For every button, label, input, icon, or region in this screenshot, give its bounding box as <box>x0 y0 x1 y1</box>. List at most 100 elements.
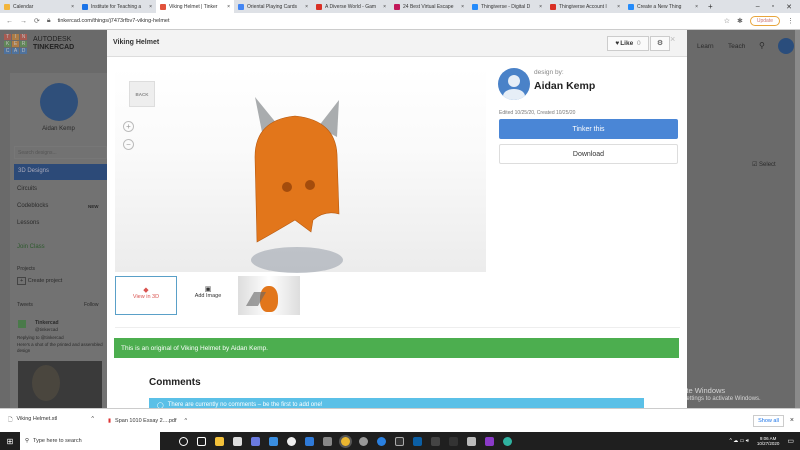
app-icon[interactable] <box>250 436 260 446</box>
star-icon[interactable]: ☆ <box>724 17 730 25</box>
app-icon[interactable] <box>376 436 386 446</box>
app-icon[interactable] <box>394 436 404 446</box>
browser-tab[interactable]: 24 Best Virtual Escape × <box>390 0 468 13</box>
menu-icon[interactable]: ⋮ <box>787 17 794 25</box>
app-icon[interactable] <box>412 436 422 446</box>
tinker-this-button[interactable]: Tinker this <box>499 119 678 139</box>
app-icon[interactable] <box>430 436 440 446</box>
nav-teach[interactable]: Teach <box>728 43 745 50</box>
zoom-out-icon[interactable]: − <box>123 139 134 150</box>
browser-tab[interactable]: Thingiverse Account I × <box>546 0 624 13</box>
tab-label: Calendar <box>13 3 34 10</box>
modal-title: Viking Helmet <box>113 39 160 46</box>
follow-link[interactable]: Follow <box>84 302 98 308</box>
nav-circuits[interactable]: Circuits <box>17 186 37 192</box>
add-image-button[interactable]: ▣ Add Image <box>185 276 231 315</box>
view-in-3d-tab[interactable]: ◆ View in 3D <box>115 276 177 315</box>
view-cube-back[interactable]: BACK <box>129 81 155 107</box>
new-tab-button[interactable]: + <box>702 2 719 11</box>
tinkercad-logo[interactable]: TIN KER CAD <box>4 34 27 54</box>
forward-icon[interactable]: → <box>20 18 27 25</box>
browser-tab[interactable]: Thingiverse - Digital D × <box>468 0 546 13</box>
cortana-icon[interactable] <box>178 436 188 446</box>
pdf-icon: ▮ <box>108 417 112 424</box>
download-button[interactable]: Download <box>499 144 678 164</box>
app-icon[interactable] <box>268 436 278 446</box>
settings-button[interactable]: ⚙ <box>650 36 670 51</box>
browser-tab[interactable]: Create a New Thing × <box>624 0 702 13</box>
url-field[interactable]: tinkercad.com/things/j7473rfbv7-viking-h… <box>58 18 717 24</box>
close-tab-icon[interactable]: × <box>383 4 386 10</box>
close-downloads-icon[interactable]: × <box>790 417 794 424</box>
windows-start-icon[interactable]: ⊞ <box>0 437 20 446</box>
zoom-in-icon[interactable]: + <box>123 121 134 132</box>
gear-icon: ⚙ <box>656 40 664 47</box>
app-icon[interactable] <box>484 436 494 446</box>
close-tab-icon[interactable]: × <box>695 4 698 10</box>
browser-tab[interactable]: Oriental Playing Cards × <box>234 0 312 13</box>
app-icon[interactable] <box>448 436 458 446</box>
tweet-handle: @tinkercad <box>35 327 58 332</box>
download-item[interactable]: 🗋︎ Viking Helmet.stl ^ <box>0 416 100 425</box>
close-tab-icon[interactable]: × <box>617 4 620 10</box>
browser-tab[interactable]: Viking Helmet | Tinker × <box>156 0 234 13</box>
store-icon[interactable] <box>232 436 242 446</box>
system-tray[interactable]: ^ ☁ ▭ 🔊︎ <box>729 438 748 444</box>
select-checkbox[interactable]: ☑ Select <box>752 161 776 168</box>
create-project-button[interactable]: + Create project <box>17 277 62 285</box>
notifications-icon[interactable]: ▭ <box>787 437 794 445</box>
helmet-model[interactable] <box>235 92 355 277</box>
join-class-link[interactable]: Join Class <box>17 244 45 250</box>
close-tab-icon[interactable]: × <box>305 4 308 10</box>
favicon-icon <box>160 3 166 10</box>
search-icon[interactable]: ⚲ <box>759 41 765 50</box>
app-icon[interactable] <box>286 436 296 446</box>
close-tab-icon[interactable]: × <box>461 4 464 10</box>
show-all-button[interactable]: Show all <box>753 414 784 427</box>
designer-avatar[interactable] <box>498 68 530 100</box>
download-item[interactable]: ▮ Span 1010 Essay 2....pdf ^ <box>100 418 220 424</box>
close-tab-icon[interactable]: × <box>71 4 74 10</box>
tab-bar: Calendar × Institute for Teaching a × Viking… <box>0 0 800 13</box>
explorer-icon[interactable] <box>214 436 224 446</box>
app-icon[interactable] <box>322 436 332 446</box>
extensions-icon[interactable]: ✱ <box>737 17 743 25</box>
app-icon[interactable] <box>358 436 368 446</box>
heart-icon: ♥ <box>615 40 620 47</box>
close-icon[interactable]: × <box>670 34 675 44</box>
app-icon[interactable] <box>466 436 476 446</box>
designer-name[interactable]: Aidan Kemp <box>534 80 595 92</box>
search-designs-input[interactable]: Search designs... <box>14 146 107 159</box>
task-view-icon[interactable] <box>196 436 206 446</box>
close-tab-icon[interactable]: × <box>539 4 542 10</box>
original-notice: This is an original of Viking Helmet by … <box>114 338 679 358</box>
chrome-icon[interactable] <box>340 436 350 446</box>
back-icon[interactable]: ← <box>6 18 13 25</box>
tweet-avatar <box>18 320 26 328</box>
close-window-icon[interactable]: ✕ <box>786 3 792 11</box>
close-tab-icon[interactable]: × <box>227 4 230 10</box>
close-tab-icon[interactable]: × <box>149 4 152 10</box>
edge-icon[interactable] <box>502 436 512 446</box>
scrollbar[interactable] <box>795 30 800 408</box>
nav-learn[interactable]: Learn <box>697 43 714 50</box>
maximize-icon[interactable]: ▫ <box>772 3 774 11</box>
logo-letter: I <box>12 34 19 40</box>
account-avatar[interactable] <box>778 38 794 54</box>
nav-codeblocks[interactable]: Codeblocks <box>17 203 48 209</box>
browser-tab[interactable]: A Diverse World - Gam × <box>312 0 390 13</box>
thumbnail-image[interactable] <box>238 276 300 315</box>
logo-letter: N <box>20 34 27 40</box>
minimize-icon[interactable]: – <box>756 3 760 11</box>
clock[interactable]: 9:06 AM 10/27/2020 <box>757 436 780 447</box>
browser-tab[interactable]: Calendar × <box>0 0 78 13</box>
taskbar-search[interactable]: ⚲ Type here to search <box>20 432 160 450</box>
nav-3d-designs[interactable]: 3D Designs <box>14 164 107 180</box>
update-button[interactable]: Update <box>749 16 780 26</box>
reload-icon[interactable]: ⟳ <box>34 17 40 25</box>
nav-lessons[interactable]: Lessons <box>17 220 39 226</box>
app-icon[interactable] <box>304 436 314 446</box>
like-button[interactable]: ♥ Like 0 <box>607 36 649 51</box>
browser-tab[interactable]: Institute for Teaching a × <box>78 0 156 13</box>
3d-viewer[interactable]: BACK + − <box>115 67 486 273</box>
